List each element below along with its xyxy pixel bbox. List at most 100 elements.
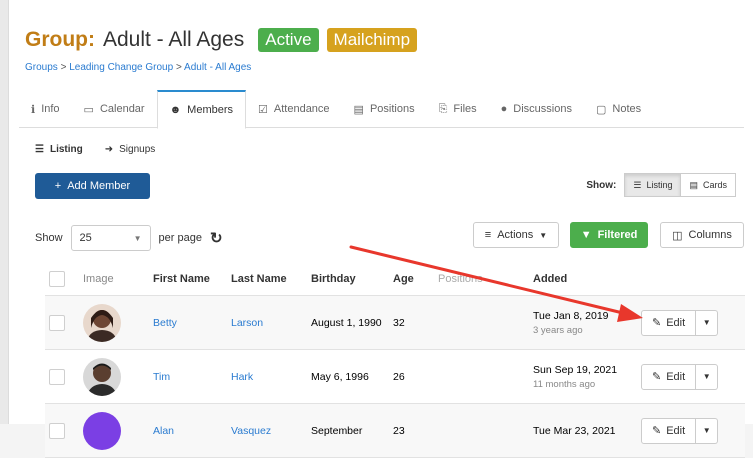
add-member-label: Add Member — [67, 180, 131, 192]
caret-down-icon: ▼ — [702, 372, 711, 381]
avatar — [83, 303, 121, 342]
id-card-icon: ▤ — [689, 179, 698, 190]
row-check-cell — [45, 422, 83, 439]
edit-button[interactable]: ✎ Edit — [641, 363, 697, 390]
breadcrumb-groups[interactable]: Groups — [25, 62, 58, 73]
tab-label: Positions — [369, 103, 415, 115]
table-body: Betty Larson August 1, 1990 32 Tue Jan 8… — [45, 296, 745, 458]
view-listing-button[interactable]: ☰ Listing — [624, 173, 682, 197]
column-header-added[interactable]: Added — [533, 273, 641, 285]
users-icon: ☻ — [169, 104, 182, 116]
edit-dropdown-toggle[interactable]: ▼ — [696, 363, 719, 390]
edit-dropdown-toggle[interactable]: ▼ — [696, 309, 719, 336]
avatar — [83, 411, 121, 450]
table-row: Alan Vasquez September 23 Tue Mar 23, 20… — [45, 404, 745, 458]
pencil-icon: ✎ — [652, 425, 662, 437]
tab-attendance[interactable]: ☑ Attendance — [246, 90, 342, 128]
subnav-listing[interactable]: ☰ Listing — [35, 144, 83, 155]
birthday-cell: August 1, 1990 — [311, 316, 382, 329]
edit-cell: ✎ Edit ▼ — [641, 309, 731, 336]
first-name-link[interactable]: Betty — [153, 317, 231, 329]
column-header-age[interactable]: Age — [393, 273, 438, 285]
breadcrumb-leading-change-group[interactable]: Leading Change Group — [69, 62, 173, 73]
tab-notes[interactable]: ▢ Notes — [584, 90, 653, 128]
tab-files[interactable]: ⎘ Files — [427, 90, 489, 128]
view-listing-label: Listing — [646, 180, 673, 190]
tab-info[interactable]: ℹ Info — [19, 90, 72, 128]
caret-down-icon: ▼ — [702, 318, 711, 327]
add-member-button[interactable]: + Add Member — [35, 173, 150, 199]
filtered-button[interactable]: ▼ Filtered — [570, 222, 648, 248]
row-checkbox[interactable] — [49, 422, 65, 439]
row-check-cell — [45, 368, 83, 385]
first-name-link[interactable]: Alan — [153, 425, 231, 437]
info-circle-icon: ℹ — [31, 103, 36, 116]
first-name-link[interactable]: Tim — [153, 371, 231, 383]
added-relative: 11 months ago — [533, 378, 596, 390]
edit-button-group: ✎ Edit ▼ — [641, 363, 719, 390]
select-all-checkbox[interactable] — [49, 270, 65, 287]
subnav-label: Signups — [119, 144, 156, 155]
avatar-image — [88, 363, 116, 396]
row-checkbox[interactable] — [49, 368, 65, 385]
chevron-down-icon: ▼ — [133, 233, 142, 243]
edit-button[interactable]: ✎ Edit — [641, 417, 697, 444]
per-page-control: Show 25 ▼ per page ↻ — [35, 225, 223, 251]
tab-calendar[interactable]: ▭ Calendar — [72, 90, 157, 128]
column-header-positions[interactable]: Positions — [438, 273, 533, 285]
caret-down-icon: ▼ — [539, 230, 548, 240]
caret-down-icon: ▼ — [702, 426, 711, 435]
tab-label: Files — [453, 103, 477, 115]
note-icon: ▢ — [595, 103, 607, 116]
sign-in-icon: ➜ — [104, 144, 114, 155]
last-name-link[interactable]: Vasquez — [231, 425, 311, 437]
tab-members[interactable]: ☻ Members — [156, 90, 247, 129]
tab-label: Notes — [612, 103, 642, 115]
tab-positions[interactable]: ▤ Positions — [342, 90, 427, 128]
refresh-icon[interactable]: ↻ — [210, 229, 223, 247]
per-page-label: per page — [158, 232, 202, 244]
last-name-link[interactable]: Larson — [231, 317, 311, 329]
view-toggle: Show: ☰ Listing ▤ Cards — [586, 173, 736, 197]
calendar-icon: ▭ — [83, 103, 94, 116]
active-badge: Active — [258, 28, 319, 52]
columns-icon: ◫ — [672, 229, 683, 242]
age-cell: 23 — [393, 424, 405, 437]
image-cell — [83, 411, 153, 450]
show-label: Show: — [586, 179, 617, 191]
group-prefix: Group: — [25, 28, 95, 51]
subnav-signups[interactable]: ➜ Signups — [105, 144, 156, 155]
filter-icon: ▼ — [580, 229, 592, 241]
edit-dropdown-toggle[interactable]: ▼ — [696, 417, 719, 444]
breadcrumb-adult-all-ages[interactable]: Adult - All Ages — [184, 62, 251, 73]
column-header-first-name[interactable]: First Name — [153, 273, 231, 285]
id-card-icon: ▤ — [353, 103, 364, 116]
per-page-select[interactable]: 25 ▼ — [70, 225, 151, 251]
last-name-link[interactable]: Hark — [231, 371, 311, 383]
members-table: Image First Name Last Name Birthday Age … — [45, 262, 745, 458]
edit-button[interactable]: ✎ Edit — [641, 309, 697, 336]
left-edge — [0, 0, 8, 424]
tab-discussions[interactable]: ● Discussions — [489, 90, 584, 128]
view-cards-label: Cards — [702, 180, 727, 190]
actions-label: Actions — [497, 229, 534, 241]
row-checkbox[interactable] — [49, 314, 65, 331]
edit-button-group: ✎ Edit ▼ — [641, 417, 719, 444]
header-check-cell — [45, 270, 83, 287]
pencil-icon: ✎ — [652, 317, 662, 329]
tab-label: Members — [187, 104, 234, 116]
column-header-last-name[interactable]: Last Name — [231, 273, 311, 285]
row-check-cell — [45, 314, 83, 331]
edit-cell: ✎ Edit ▼ — [641, 363, 731, 390]
group-tabs: ℹ Info ▭ Calendar ☻ Members ☑ Attendance ▤ Po… — [19, 90, 744, 129]
column-header-birthday[interactable]: Birthday — [311, 273, 393, 285]
breadcrumb: Groups > Leading Change Group > Adult - … — [25, 62, 251, 73]
page-header: Group: Adult - All Ages Active Mailchimp — [25, 28, 418, 52]
view-cards-button[interactable]: ▤ Cards — [681, 173, 736, 197]
comments-icon: ● — [500, 103, 508, 115]
columns-button[interactable]: ◫ Columns — [660, 222, 744, 248]
edit-label: Edit — [666, 424, 686, 437]
avatar — [83, 357, 121, 396]
actions-dropdown-button[interactable]: ≡ Actions ▼ — [473, 222, 559, 248]
added-date: Tue Mar 23, 2021 — [533, 424, 616, 437]
